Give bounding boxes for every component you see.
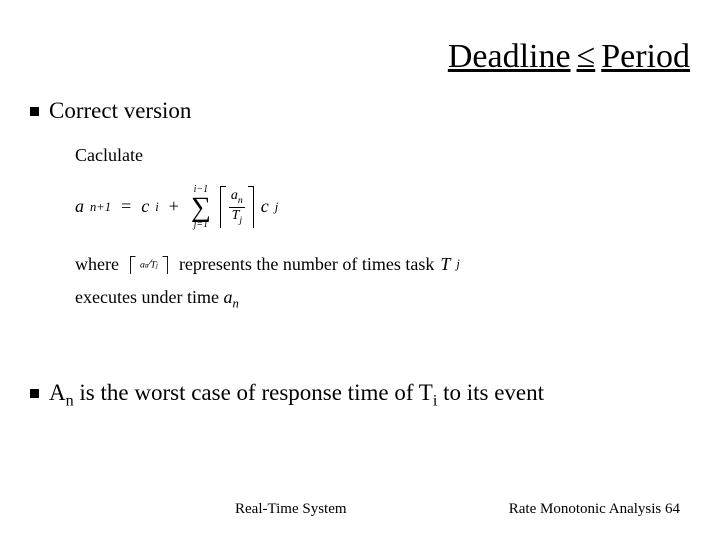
bullet-square-icon — [30, 389, 39, 398]
tj-sub: j — [456, 257, 460, 272]
ceil-right-icon — [163, 256, 168, 274]
an-post: is the worst case of response time of T — [74, 380, 433, 405]
ceil-right-icon — [249, 186, 255, 228]
frac-num-sub: n — [238, 195, 243, 206]
represents-text: represents the number of times task — [179, 254, 434, 276]
ceiling-brackets: an Tj — [219, 186, 255, 228]
time-sub: n — [232, 297, 238, 311]
frac-num-a: a — [231, 188, 238, 203]
ci-c: c — [141, 196, 149, 218]
cj-c: c — [261, 196, 269, 218]
ci-sub: i — [155, 200, 159, 215]
equals: = — [117, 196, 135, 218]
an-sub: n — [66, 393, 74, 410]
bullet-an-worst-case: An is the worst case of response time of… — [30, 380, 544, 411]
math-calculate-label: Caclulate — [75, 145, 460, 167]
an-tail: to its event — [437, 380, 544, 405]
tj-T: T — [440, 254, 450, 276]
lhs-a: a — [75, 196, 84, 218]
ceiling-brackets-small: an ∕ Tj — [129, 256, 169, 274]
sum-symbol: i−1 ∑ j=1 — [191, 185, 211, 230]
bullet-correct-version: Correct version — [30, 98, 191, 124]
lhs-sub: n+1 — [90, 200, 111, 215]
where-row: where an ∕ Tj represents the number of t… — [75, 254, 460, 276]
where-label: where — [75, 254, 119, 276]
ceil-left-icon — [129, 256, 134, 274]
footer-left: Real-Time System — [235, 501, 347, 518]
footer-right-label: Rate Monotonic Analysis — [509, 501, 665, 517]
frac2-den-sub: j — [156, 262, 158, 269]
sigma-icon: ∑ — [191, 195, 211, 220]
title-op: ≤ — [571, 38, 602, 76]
plus: + — [165, 196, 183, 218]
footer-page-num: 64 — [665, 501, 680, 517]
title-left: Deadline — [448, 38, 571, 76]
bullet-text: Correct version — [49, 98, 191, 124]
an-pre: A — [49, 380, 66, 405]
executes-text: executes under time — [75, 287, 223, 307]
bullet-square-icon — [30, 107, 39, 116]
frac-den-sub: j — [239, 214, 242, 225]
fraction: an Tj — [225, 186, 249, 228]
executes-row: executes under time an — [75, 287, 460, 312]
bullet-an-text: An is the worst case of response time of… — [49, 380, 544, 411]
math-block: Caclulate an+1 = ci + i−1 ∑ j=1 an Tj cj… — [75, 145, 460, 312]
sum-lower: j=1 — [194, 220, 209, 230]
cj-sub: j — [275, 200, 279, 215]
slide-title: Deadline ≤ Period — [448, 38, 690, 76]
footer-right: Rate Monotonic Analysis 64 — [509, 501, 680, 518]
fraction-small: an ∕ Tj — [135, 256, 164, 274]
ceil-left-icon — [219, 186, 225, 228]
equation-row: an+1 = ci + i−1 ∑ j=1 an Tj cj — [75, 185, 460, 230]
title-right: Period — [601, 38, 690, 76]
